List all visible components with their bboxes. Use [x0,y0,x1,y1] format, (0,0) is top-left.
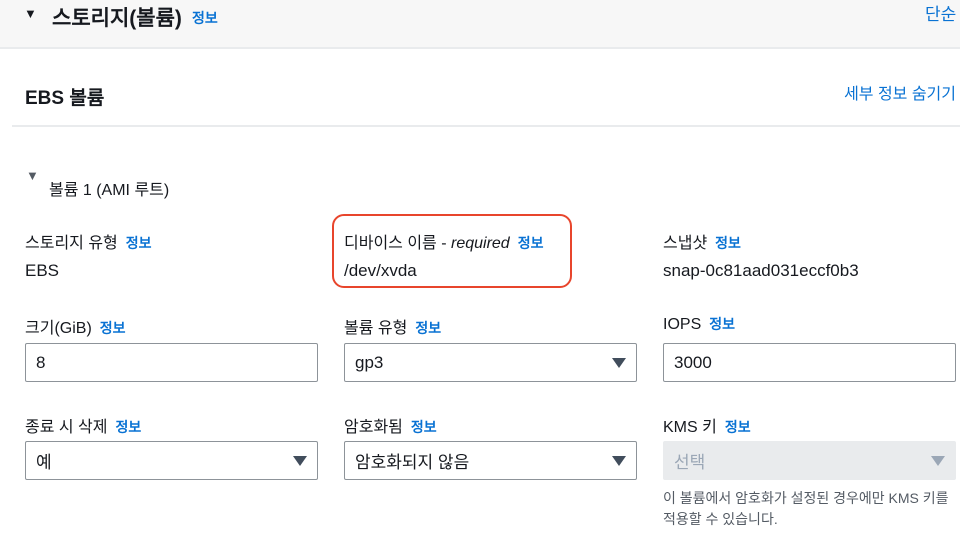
divider [12,125,960,127]
label-text: IOPS [663,316,701,333]
encrypted-select[interactable]: 암호화되지 않음 [344,441,637,480]
label-text: 스냅샷 [663,235,707,252]
volume-type-select[interactable]: gp3 [344,343,637,382]
help-line: 이 볼륨에서 암호화가 설정된 경우에만 KMS 키를 [663,488,949,509]
info-link[interactable]: 정보 [126,235,152,251]
select-value: 예 [36,448,52,473]
storage-type-label: 스토리지 유형 정보 [25,229,152,253]
simple-view-link[interactable]: 단순 [925,0,956,25]
section-info-link[interactable]: 정보 [192,8,218,28]
info-link[interactable]: 정보 [100,320,126,336]
delete-on-termination-label: 종료 시 삭제 정보 [25,413,141,437]
kms-key-select[interactable]: 선택 [663,441,956,480]
select-value: gp3 [355,353,383,373]
info-link[interactable]: 정보 [415,320,441,336]
help-line: 적용할 수 있습니다. [663,509,949,530]
size-label: 크기(GiB) 정보 [25,314,126,338]
iops-input[interactable]: 3000 [663,343,956,382]
select-placeholder: 선택 [674,448,705,473]
label-text: 디바이스 이름 - [344,235,451,252]
select-value: 암호화되지 않음 [355,448,469,473]
volume-title: 볼륨 1 (AMI 루트) [49,176,169,200]
info-link[interactable]: 정보 [116,419,142,435]
label-text: 암호화됨 [344,419,403,436]
section-title: 스토리지(볼륨) [52,2,182,32]
kms-key-label: KMS 키 정보 [663,413,751,437]
label-text: 볼륨 유형 [344,320,407,337]
storage-type-value: EBS [25,261,59,281]
device-name-value: /dev/xvda [344,261,417,281]
info-link[interactable]: 정보 [709,316,735,332]
label-text: 스토리지 유형 [25,235,118,252]
required-text: required [451,235,510,252]
kms-key-help: 이 볼륨에서 암호화가 설정된 경우에만 KMS 키를적용할 수 있습니다. [663,488,949,530]
caret-down-icon [931,456,945,466]
encrypted-label: 암호화됨 정보 [344,413,437,437]
label-text: 종료 시 삭제 [25,419,108,436]
caret-down-icon [612,358,626,368]
size-input[interactable]: 8 [25,343,318,382]
caret-down-icon [293,456,307,466]
collapse-caret-icon[interactable]: ▼ [24,6,37,21]
info-link[interactable]: 정보 [518,235,544,251]
delete-on-termination-select[interactable]: 예 [25,441,318,480]
info-link[interactable]: 정보 [411,419,437,435]
label-text: 크기(GiB) [25,320,92,337]
volume-type-label: 볼륨 유형 정보 [344,314,441,338]
hide-details-link[interactable]: 세부 정보 숨기기 [844,80,956,104]
ebs-title: EBS 볼륨 [25,83,104,110]
label-text: KMS 키 [663,419,717,436]
volume-caret-icon[interactable]: ▼ [26,168,39,183]
info-link[interactable]: 정보 [715,235,741,251]
device-name-label: 디바이스 이름 - required 정보 [344,229,543,253]
caret-down-icon [612,456,626,466]
snapshot-value: snap-0c81aad031eccf0b3 [663,261,859,281]
snapshot-label: 스냅샷 정보 [663,229,741,253]
info-link[interactable]: 정보 [725,419,751,435]
iops-label: IOPS 정보 [663,314,735,334]
